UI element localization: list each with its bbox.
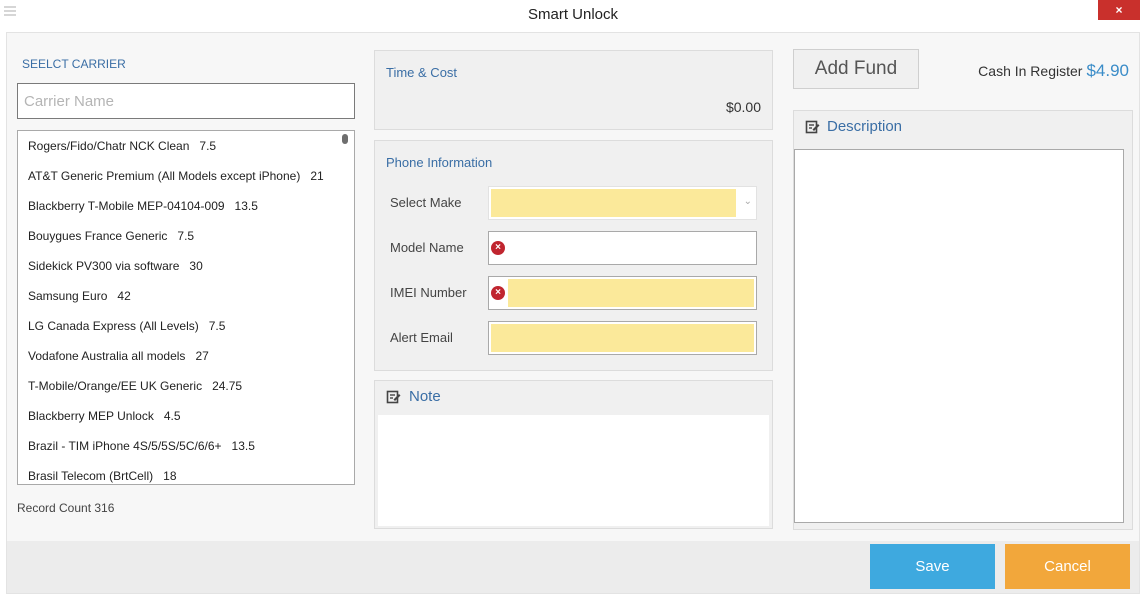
record-count: Record Count 316 [17,501,115,515]
carrier-list-item[interactable]: T-Mobile/Orange/EE UK Generic 24.75 [18,371,354,401]
carrier-list-item[interactable]: Blackberry T-Mobile MEP-04104-009 13.5 [18,191,354,221]
edit-description-icon [805,119,821,140]
imei-row: IMEI Number × [375,276,774,310]
carrier-list-scrollbar[interactable] [342,134,348,144]
error-icon: × [491,241,505,255]
select-make-fill [491,189,736,217]
cost-value: $0.00 [725,99,761,115]
cancel-button[interactable]: Cancel [1005,544,1130,589]
phone-information-title: Phone Information [386,155,493,170]
select-make-dropdown[interactable]: ⌄ [488,186,757,220]
carrier-list-item[interactable]: Samsung Euro 42 [18,281,354,311]
model-name-field[interactable]: × [488,231,757,265]
carrier-heading: SEELCT CARRIER [22,57,126,71]
alert-email-label: Alert Email [390,330,453,345]
footer-bar: Save Cancel [7,541,1139,593]
cash-amount: $4.90 [1086,61,1129,80]
save-button[interactable]: Save [870,544,995,589]
window-title: Smart Unlock [527,6,619,23]
description-panel: Description [793,110,1133,530]
chevron-down-icon[interactable]: ⌄ [744,196,752,207]
carrier-list-item[interactable]: Brasil Telecom (BrtCell) 18 [18,461,354,484]
time-cost-panel: Time & Cost $0.00 [374,50,773,130]
add-fund-button[interactable]: Add Fund [793,49,919,89]
description-textarea[interactable] [794,149,1124,523]
imei-label: IMEI Number [390,285,467,300]
carrier-list-item[interactable]: Bouygues France Generic 7.5 [18,221,354,251]
imei-field[interactable]: × [488,276,757,310]
carrier-list-item[interactable]: Blackberry MEP Unlock 4.5 [18,401,354,431]
alert-email-fill [491,324,754,352]
edit-note-icon [386,389,402,410]
phone-information-panel: Phone Information Select Make ⌄ Model Na… [374,140,773,371]
model-name-row: Model Name × [375,231,774,265]
carrier-list-item[interactable]: Brazil - TIM iPhone 4S/5/5S/5C/6/6+ 13.5 [18,431,354,461]
note-panel: Note [374,380,773,529]
cash-label: Cash In Register [978,63,1083,79]
alert-email-row: Alert Email [375,321,774,355]
carrier-search-input[interactable] [17,83,355,119]
carrier-list-item[interactable]: LG Canada Express (All Levels) 7.5 [18,311,354,341]
note-title: Note [409,388,441,405]
imei-fill [508,279,754,307]
note-textarea[interactable] [378,415,769,526]
title-bar: Smart Unlock × [0,0,1146,30]
carrier-list-item[interactable]: Sidekick PV300 via software 30 [18,251,354,281]
description-title: Description [827,118,903,135]
close-button[interactable]: × [1098,0,1140,20]
carrier-list-item[interactable]: Rogers/Fido/Chatr NCK Clean 7.5 [18,131,354,161]
carrier-list[interactable]: Rogers/Fido/Chatr NCK Clean 7.5 AT&T Gene… [17,130,355,485]
carrier-list-item[interactable]: Vodafone Australia all models 27 [18,341,354,371]
select-make-label: Select Make [390,195,462,210]
time-cost-title: Time & Cost [386,65,458,80]
error-icon: × [491,286,505,300]
select-make-row: Select Make ⌄ [375,186,774,220]
carrier-list-item[interactable]: AT&T Generic Premium (All Models except … [18,161,354,191]
main-frame: SEELCT CARRIER Rogers/Fido/Chatr NCK Cle… [6,32,1140,594]
alert-email-field[interactable] [488,321,757,355]
model-name-label: Model Name [390,240,464,255]
cash-in-register: Cash In Register $4.90 [978,61,1129,81]
